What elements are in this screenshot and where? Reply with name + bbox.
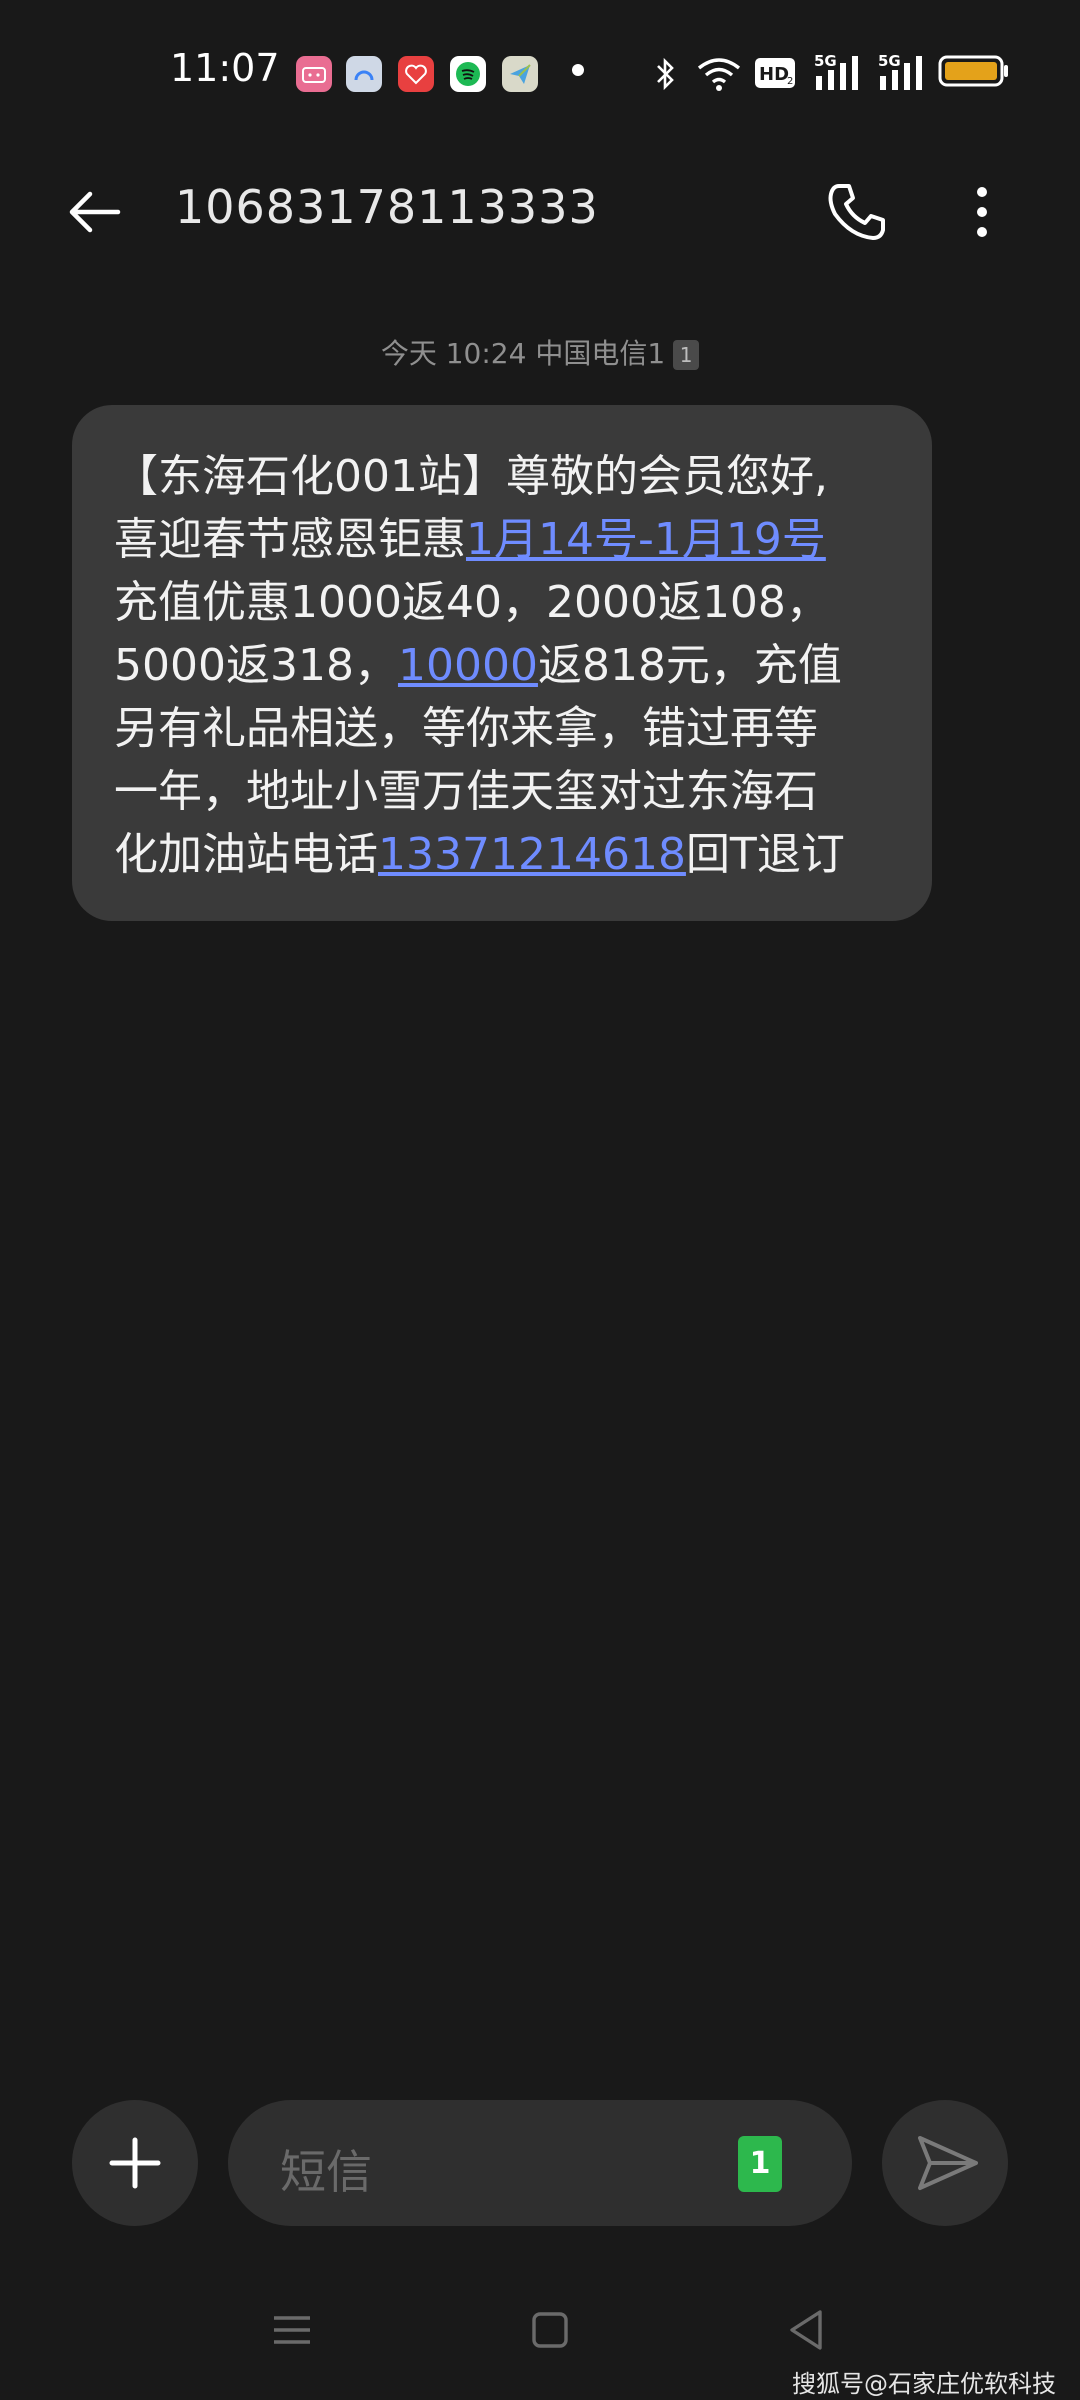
signal-5g-icon: 5G [812, 50, 864, 96]
wifi-icon [696, 54, 742, 98]
signal-5g-icon-2: 5G [876, 50, 928, 96]
battery-icon [938, 54, 1010, 92]
svg-text:5G: 5G [878, 52, 901, 70]
message-line: 化加油站电话13371214618回T退订 [114, 823, 892, 886]
back-nav-icon[interactable] [778, 2300, 838, 2360]
sim-indicator-icon: 1 [673, 340, 700, 370]
generic-app-icon [346, 56, 382, 92]
watermark-text: 搜狐号@石家庄优软科技 [792, 2370, 1056, 2398]
send-button[interactable] [882, 2100, 1008, 2226]
message-line: 一年，地址小雪万佳天玺对过东海石 [114, 760, 892, 823]
phone-call-icon[interactable] [825, 180, 889, 244]
notification-dot-icon [572, 64, 584, 76]
hd-icon: HD 2 [754, 56, 796, 94]
message-text: 充值优惠1000返40，2000返108， [114, 577, 830, 628]
message-text: 5000返318， [114, 640, 398, 691]
svg-text:HD: HD [759, 64, 789, 85]
home-nav-icon[interactable] [520, 2300, 580, 2360]
message-input[interactable]: 短信 1 [228, 2100, 852, 2226]
message-line: 5000返318，10000返818元，充值 [114, 634, 892, 697]
bluetooth-icon [654, 54, 678, 98]
message-input-placeholder: 短信 [280, 2145, 372, 2199]
message-text: 一年，地址小雪万佳天玺对过东海石 [114, 766, 818, 817]
message-line: 另有礼品相送，等你来拿，错过再等 [114, 697, 892, 760]
message-text: 化加油站电话 [114, 829, 378, 880]
timestamp-text: 今天 10:24 中国电信1 [380, 337, 666, 370]
message-text: 返818元，充值 [537, 640, 842, 691]
heart-app-icon [398, 56, 434, 92]
message-line: 【东海石化001站】尊敬的会员您好, [114, 445, 892, 508]
add-attachment-button[interactable] [72, 2100, 198, 2226]
paper-plane-app-icon [502, 56, 538, 92]
message-bubble[interactable]: 【东海石化001站】尊敬的会员您好, 喜迎春节感恩钜惠1月14号-1月19号充值优… [72, 405, 932, 921]
spotify-icon [450, 56, 486, 92]
message-line: 喜迎春节感恩钜惠1月14号-1月19号 [114, 508, 892, 571]
menu-nav-icon[interactable] [262, 2300, 322, 2360]
svg-text:5G: 5G [814, 52, 837, 70]
conversation-title: 10683178113333 [175, 180, 599, 234]
message-link[interactable]: 13371214618 [378, 829, 686, 880]
bilibili-icon [296, 56, 332, 92]
message-timestamp: 今天 10:24 中国电信1 1 [0, 332, 1080, 372]
message-text: 【东海石化001站】尊敬的会员您好, [114, 451, 828, 502]
message-text: 喜迎春节感恩钜惠 [114, 514, 466, 565]
message-text: 另有礼品相送，等你来拿，错过再等 [114, 703, 818, 754]
message-link[interactable]: 1月14号-1月19号 [466, 514, 826, 565]
sim-select-button[interactable]: 1 [738, 2136, 782, 2192]
message-text: 回T退订 [685, 829, 845, 880]
message-link[interactable]: 10000 [398, 640, 538, 691]
status-time: 11:07 [170, 46, 280, 90]
svg-text:2: 2 [787, 76, 793, 87]
message-line: 充值优惠1000返40，2000返108， [114, 571, 892, 634]
more-options-icon[interactable] [960, 180, 1004, 244]
back-arrow-icon[interactable] [62, 180, 126, 244]
